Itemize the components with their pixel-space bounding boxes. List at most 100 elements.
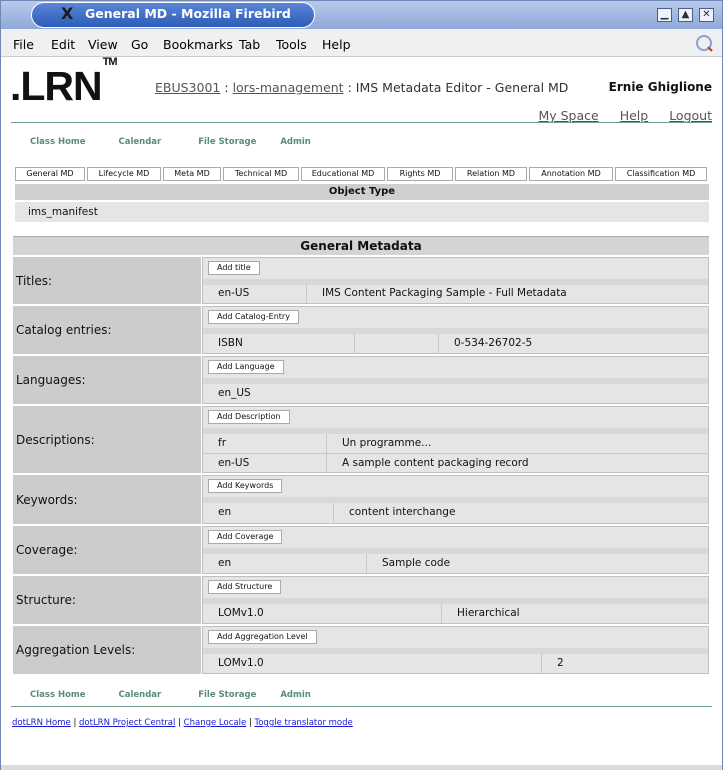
row-body: Add Description fr Un programme... en-US… bbox=[202, 406, 709, 473]
table-cell: Hierarchical bbox=[457, 607, 520, 619]
menu-tab[interactable]: Tab bbox=[239, 37, 260, 52]
add-aggregation-level-button[interactable]: Add Aggregation Level bbox=[208, 630, 317, 644]
menu-help[interactable]: Help bbox=[322, 37, 351, 52]
page-title: IMS Metadata Editor - General MD bbox=[355, 80, 569, 95]
row-body: Add Structure LOMv1.0 Hierarchical bbox=[202, 576, 709, 624]
close-button[interactable]: ✕ bbox=[699, 8, 714, 22]
add-structure-button[interactable]: Add Structure bbox=[208, 580, 282, 594]
row-label: Languages: bbox=[13, 356, 201, 404]
row-body: Add Keywords en content interchange bbox=[202, 475, 709, 524]
table-cell: content interchange bbox=[349, 506, 456, 518]
row-label: Titles: bbox=[13, 257, 201, 304]
tab-annotation-md[interactable]: Annotation MD bbox=[529, 167, 613, 181]
add-catalog-entry-button[interactable]: Add Catalog-Entry bbox=[208, 310, 299, 324]
add-title-button[interactable]: Add title bbox=[208, 261, 260, 275]
top-links: My Space Help Logout bbox=[521, 108, 712, 123]
window-title: General MD - Mozilla Firebird bbox=[85, 6, 291, 21]
menu-tools[interactable]: Tools bbox=[276, 37, 307, 52]
divider bbox=[11, 122, 712, 123]
table-cell: ISBN bbox=[203, 334, 355, 353]
subnav-admin[interactable]: Admin bbox=[280, 690, 311, 700]
tab-technical-md[interactable]: Technical MD bbox=[223, 167, 299, 181]
tab-meta-md[interactable]: Meta MD bbox=[163, 167, 221, 181]
table-cell: en bbox=[203, 554, 367, 573]
subnav-class-home[interactable]: Class Home bbox=[30, 690, 86, 700]
throbber-icon bbox=[696, 35, 713, 52]
table-cell: 0-534-26702-5 bbox=[454, 337, 533, 349]
tab-relation-md[interactable]: Relation MD bbox=[455, 167, 527, 181]
subnav-file-storage[interactable]: File Storage bbox=[198, 137, 256, 147]
tab-rights-md[interactable]: Rights MD bbox=[387, 167, 453, 181]
metadata-row-aggregation: Aggregation Levels: Add Aggregation Leve… bbox=[13, 626, 709, 674]
subnav-calendar[interactable]: Calendar bbox=[119, 690, 162, 700]
menu-file[interactable]: File bbox=[13, 37, 34, 52]
maximize-button[interactable]: ▲ bbox=[678, 8, 693, 22]
logout-link[interactable]: Logout bbox=[669, 108, 712, 123]
add-coverage-button[interactable]: Add Coverage bbox=[208, 530, 283, 544]
row-body: Add Language en_US bbox=[202, 356, 709, 404]
add-description-button[interactable]: Add Description bbox=[208, 410, 290, 424]
breadcrumb: EBUS3001 : lors-management : IMS Metadat… bbox=[155, 80, 569, 95]
menu-edit[interactable]: Edit bbox=[51, 37, 75, 52]
table-cell: en-US bbox=[203, 453, 327, 472]
tab-lifecycle-md[interactable]: Lifecycle MD bbox=[87, 167, 161, 181]
minimize-button[interactable]: ▁ bbox=[657, 8, 672, 22]
browser-window: X General MD - Mozilla Firebird ▁ ▲ ✕ Fi… bbox=[0, 0, 723, 770]
table-cell: IMS Content Packaging Sample - Full Meta… bbox=[322, 287, 567, 299]
metadata-row-titles: Titles: Add title en-US IMS Content Pack… bbox=[13, 257, 709, 304]
change-locale-link[interactable]: Change Locale bbox=[184, 718, 247, 728]
menu-view[interactable]: View bbox=[88, 37, 118, 52]
tab-general-md[interactable]: General MD bbox=[15, 167, 85, 181]
page-content: .LRNTM EBUS3001 : lors-management : IMS … bbox=[1, 56, 722, 765]
tab-educational-md[interactable]: Educational MD bbox=[301, 167, 385, 181]
metadata-tabs: General MD Lifecycle MD Meta MD Technica… bbox=[15, 167, 707, 182]
tab-classification-md[interactable]: Classification MD bbox=[615, 167, 707, 181]
dotlrn-home-link[interactable]: dotLRN Home bbox=[12, 718, 71, 728]
help-link[interactable]: Help bbox=[620, 108, 649, 123]
footer-links: dotLRN Home | dotLRN Project Central | C… bbox=[12, 718, 353, 728]
table-cell: LOMv1.0 bbox=[203, 654, 542, 673]
table-cell: LOMv1.0 bbox=[203, 604, 442, 623]
divider bbox=[11, 706, 712, 707]
table-cell: A sample content packaging record bbox=[327, 453, 707, 472]
row-label: Descriptions: bbox=[13, 406, 201, 473]
row-label: Structure: bbox=[13, 576, 201, 624]
toggle-translator-link[interactable]: Toggle translator mode bbox=[254, 718, 352, 728]
dotlrn-logo[interactable]: .LRNTM bbox=[10, 56, 118, 110]
general-metadata-header: General Metadata bbox=[13, 236, 709, 255]
breadcrumb-course-link[interactable]: EBUS3001 bbox=[155, 80, 220, 95]
row-body: Add title en-US IMS Content Packaging Sa… bbox=[202, 257, 709, 304]
subnav-bottom: Class Home Calendar File Storage Admin bbox=[30, 690, 311, 700]
dotlrn-project-central-link[interactable]: dotLRN Project Central bbox=[79, 718, 175, 728]
title-bar: X General MD - Mozilla Firebird ▁ ▲ ✕ bbox=[1, 1, 722, 29]
subnav-calendar[interactable]: Calendar bbox=[119, 137, 162, 147]
table-cell: 2 bbox=[557, 657, 564, 669]
metadata-row-keywords: Keywords: Add Keywords en content interc… bbox=[13, 475, 709, 524]
row-body: Add Coverage en Sample code bbox=[202, 526, 709, 574]
subnav-class-home[interactable]: Class Home bbox=[30, 137, 86, 147]
status-bar bbox=[1, 765, 722, 770]
metadata-row-languages: Languages: Add Language en_US bbox=[13, 356, 709, 404]
add-language-button[interactable]: Add Language bbox=[208, 360, 284, 374]
menu-go[interactable]: Go bbox=[131, 37, 148, 52]
table-cell: Sample code bbox=[382, 557, 451, 569]
row-label: Keywords: bbox=[13, 475, 201, 524]
table-cell: en bbox=[203, 503, 334, 522]
add-keywords-button[interactable]: Add Keywords bbox=[208, 479, 283, 493]
table-cell: Un programme... bbox=[342, 437, 432, 449]
subnav-admin[interactable]: Admin bbox=[280, 137, 311, 147]
row-label: Catalog entries: bbox=[13, 306, 201, 354]
app-x-icon: X bbox=[61, 4, 74, 23]
table-cell bbox=[355, 334, 439, 353]
table-cell: en-US bbox=[203, 284, 307, 303]
metadata-row-descriptions: Descriptions: Add Description fr Un prog… bbox=[13, 406, 709, 473]
row-label: Coverage: bbox=[13, 526, 201, 574]
breadcrumb-area-link[interactable]: lors-management bbox=[233, 80, 344, 95]
table-cell: en_US bbox=[218, 387, 251, 399]
my-space-link[interactable]: My Space bbox=[538, 108, 598, 123]
menu-bar: File Edit View Go Bookmarks Tab Tools He… bbox=[1, 29, 722, 57]
menu-bookmarks[interactable]: Bookmarks bbox=[163, 37, 233, 52]
user-name: Ernie Ghiglione bbox=[608, 80, 712, 94]
subnav-file-storage[interactable]: File Storage bbox=[198, 690, 256, 700]
metadata-row-coverage: Coverage: Add Coverage en Sample code bbox=[13, 526, 709, 574]
